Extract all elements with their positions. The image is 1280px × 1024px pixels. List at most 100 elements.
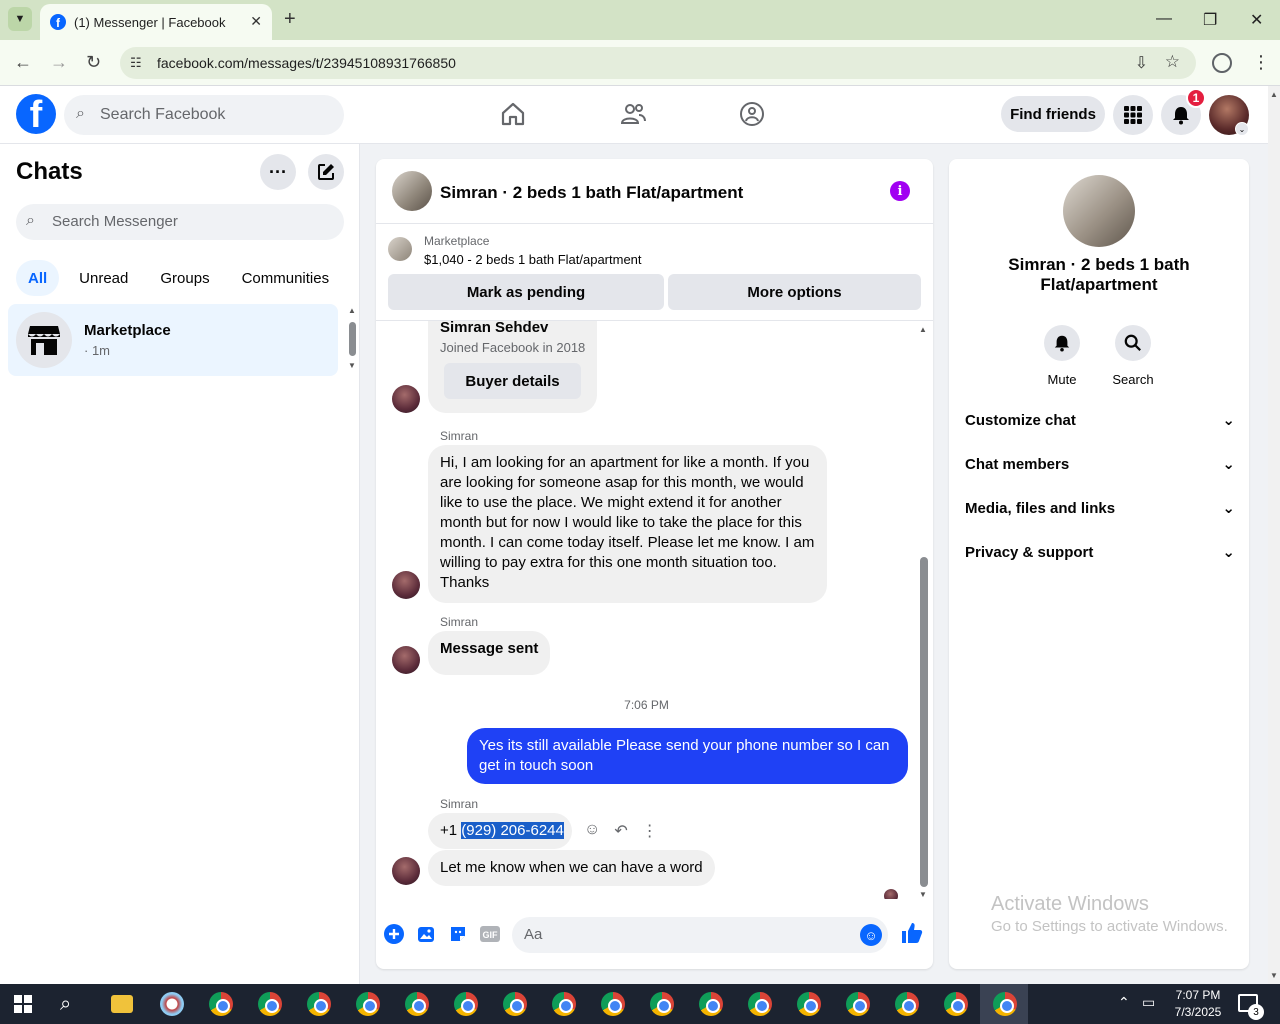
mute-button[interactable]: Mute (1032, 325, 1092, 387)
chrome-icon[interactable] (307, 992, 331, 1016)
new-tab-icon[interactable]: + (284, 9, 296, 29)
mark-as-pending-button[interactable]: Mark as pending (388, 274, 664, 310)
chrome-icon[interactable] (993, 992, 1017, 1016)
install-app-icon[interactable]: ⇩ (1135, 53, 1148, 73)
sender-avatar[interactable] (392, 857, 420, 885)
sender-avatar[interactable] (392, 646, 420, 674)
react-emoji-icon[interactable]: ☺ (584, 821, 600, 841)
browser-profile-icon[interactable] (1212, 53, 1232, 73)
url-text[interactable]: facebook.com/messages/t/2394510893176685… (157, 55, 456, 71)
tab-close-icon[interactable]: ✕ (250, 13, 262, 30)
conversation-scrollbar[interactable]: ▲ ▼ (917, 321, 931, 899)
network-icon[interactable]: ▭ (1142, 994, 1155, 1011)
sender-avatar[interactable] (392, 385, 420, 413)
selected-phone-number[interactable]: (929) 206-6244 (461, 822, 564, 839)
gif-icon[interactable]: GIF (479, 923, 501, 945)
chrome-icon[interactable] (846, 992, 870, 1016)
media-files-links-section[interactable]: Media, files and links ⌄ (965, 493, 1235, 523)
tab-search-chevron-icon[interactable]: ▼ (8, 7, 32, 31)
chrome-icon[interactable] (944, 992, 968, 1016)
scroll-down-arrow-icon[interactable]: ▼ (1270, 971, 1278, 980)
emoji-icon[interactable]: ☺ (860, 924, 882, 946)
home-icon[interactable] (499, 100, 527, 128)
attach-photo-icon[interactable] (415, 923, 437, 945)
scrollbar-thumb[interactable] (920, 557, 928, 887)
account-chevron-icon[interactable]: ⌄ (1235, 122, 1249, 136)
listing-thumbnail[interactable] (388, 237, 412, 261)
chrome-icon[interactable] (748, 992, 772, 1016)
conversation-avatar[interactable] (392, 171, 432, 211)
find-friends-button[interactable]: Find friends (1001, 96, 1105, 132)
browser-tab[interactable]: f (1) Messenger | Facebook ✕ (40, 4, 272, 40)
chrome-icon[interactable] (650, 992, 674, 1016)
message-bubble[interactable]: Let me know when we can have a word (428, 850, 715, 886)
message-bubble[interactable]: Message sent (428, 631, 551, 675)
chrome-icon[interactable] (699, 992, 723, 1016)
page-scrollbar[interactable]: ▲ ▼ (1268, 86, 1280, 984)
chrome-icon[interactable] (405, 992, 429, 1016)
back-icon[interactable]: ← (14, 52, 32, 73)
filter-all[interactable]: All (16, 260, 60, 296)
buyer-details-button[interactable]: Buyer details (444, 363, 581, 399)
more-options-button[interactable]: More options (668, 274, 921, 310)
messenger-search[interactable]: ⌕ Search Messenger (16, 204, 344, 240)
outgoing-message-bubble[interactable]: Yes its still available Please send your… (467, 728, 908, 784)
file-explorer-icon[interactable] (111, 995, 133, 1013)
show-hidden-icons-icon[interactable]: ⌃ (1118, 994, 1130, 1011)
reply-icon[interactable]: ↶ (614, 821, 627, 841)
sender-avatar[interactable] (392, 571, 420, 599)
more-actions-plus-icon[interactable] (383, 923, 405, 945)
filter-communities[interactable]: Communities (230, 260, 342, 296)
new-message-button[interactable] (308, 154, 344, 190)
menu-grid-button[interactable] (1113, 95, 1153, 135)
chrome-icon[interactable] (601, 992, 625, 1016)
like-thumb-icon[interactable] (899, 920, 925, 946)
customize-chat-section[interactable]: Customize chat ⌄ (965, 405, 1235, 435)
chrome-icon[interactable] (454, 992, 478, 1016)
scrollbar-thumb[interactable] (349, 322, 356, 356)
conversation-info-icon[interactable]: i (890, 181, 910, 201)
windows-start-icon[interactable] (14, 995, 32, 1013)
privacy-support-section[interactable]: Privacy & support ⌄ (965, 537, 1235, 567)
chrome-icon[interactable] (356, 992, 380, 1016)
scroll-up-arrow-icon[interactable]: ▲ (348, 306, 356, 315)
phone-message-bubble[interactable]: +1 (929) 206-6244 (428, 813, 572, 849)
chat-options-button[interactable]: ··· (260, 154, 296, 190)
scroll-down-arrow-icon[interactable]: ▼ (348, 361, 356, 370)
forward-icon[interactable]: → (50, 52, 68, 73)
bookmark-star-icon[interactable]: ☆ (1165, 52, 1180, 72)
message-bubble[interactable]: Hi, I am looking for an apartment for li… (428, 445, 827, 603)
sidebar-scrollbar[interactable]: ▲ ▼ (346, 304, 358, 374)
taskbar-search-icon[interactable]: ⌕ (60, 993, 71, 1016)
scroll-up-arrow-icon[interactable]: ▲ (1270, 90, 1278, 99)
search-conversation-button[interactable]: Search (1103, 325, 1163, 387)
chrome-icon[interactable] (552, 992, 576, 1016)
site-info-icon[interactable]: ☷ (130, 55, 142, 71)
reload-icon[interactable]: ↻ (86, 52, 101, 73)
chrome-icon[interactable] (503, 992, 527, 1016)
info-avatar[interactable] (1063, 175, 1135, 247)
browser-menu-icon[interactable]: ⋮ (1252, 52, 1270, 73)
facebook-logo[interactable]: f (16, 94, 56, 134)
message-input[interactable]: Aa ☺ (512, 917, 888, 953)
sticker-icon[interactable] (447, 923, 469, 945)
window-close-icon[interactable]: ✕ (1250, 10, 1263, 30)
chat-members-section[interactable]: Chat members ⌄ (965, 449, 1235, 479)
scroll-up-arrow-icon[interactable]: ▲ (919, 325, 927, 334)
filter-unread[interactable]: Unread (67, 260, 140, 296)
chrome-icon[interactable] (797, 992, 821, 1016)
taskbar-clock[interactable]: 7:07 PM 7/3/2025 (1166, 987, 1230, 1021)
conversation-title[interactable]: Simran · 2 beds 1 bath Flat/apartment (440, 183, 743, 203)
chrome-icon[interactable] (895, 992, 919, 1016)
groups-icon[interactable] (738, 100, 766, 128)
more-vertical-icon[interactable]: ⋮ (642, 821, 658, 841)
chat-item-marketplace[interactable]: Marketplace · 1m (8, 304, 338, 376)
filter-groups[interactable]: Groups (148, 260, 221, 296)
paint-app-icon[interactable] (160, 992, 184, 1016)
scroll-down-arrow-icon[interactable]: ▼ (919, 890, 927, 899)
chrome-icon[interactable] (209, 992, 233, 1016)
friends-icon[interactable] (619, 100, 647, 128)
minimize-icon[interactable]: — (1156, 10, 1172, 28)
address-bar[interactable]: ☷ facebook.com/messages/t/23945108931766… (120, 47, 1196, 79)
facebook-search[interactable]: ⌕ Search Facebook (64, 95, 344, 135)
